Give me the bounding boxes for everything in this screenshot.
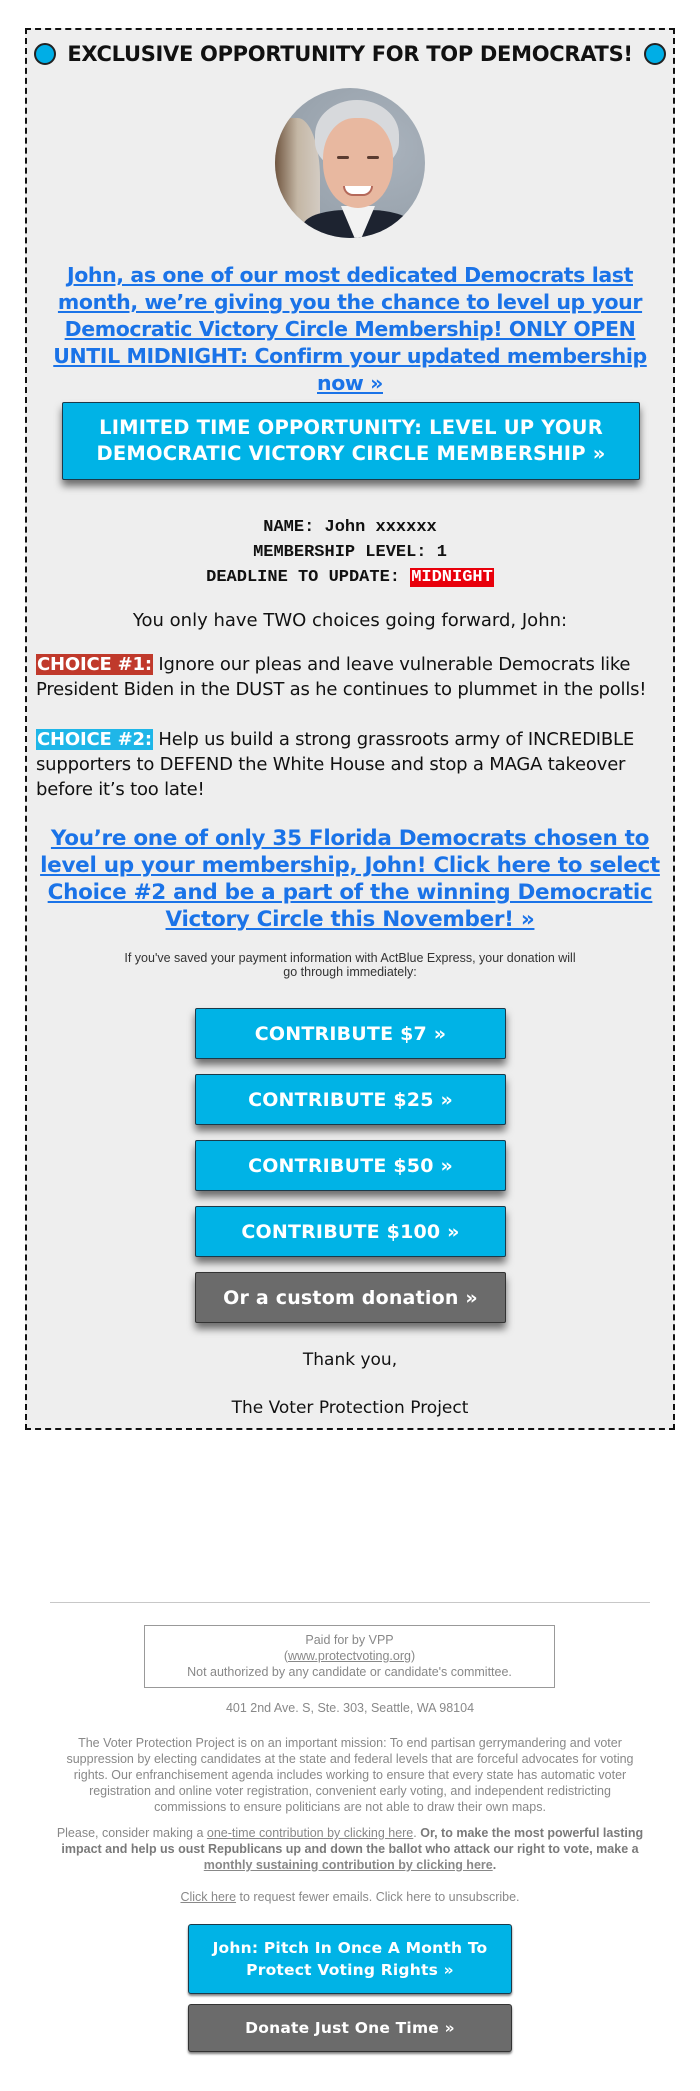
contribute-7-button[interactable]: CONTRIBUTE $7 » bbox=[195, 1008, 506, 1059]
level-row: MEMBERSHIP LEVEL: 1 bbox=[253, 543, 447, 562]
biden-portrait bbox=[275, 88, 425, 238]
email-card: EXCLUSIVE OPPORTUNITY FOR TOP DEMOCRATS!… bbox=[25, 28, 675, 1430]
contribution-appeal: Please, consider making a one-time contr… bbox=[56, 1826, 644, 1872]
contribute-50-button[interactable]: CONTRIBUTE $50 » bbox=[195, 1140, 506, 1191]
monthly-contribution-link[interactable]: monthly sustaining contribution by click… bbox=[204, 1858, 493, 1872]
select-choice-2-link[interactable]: You’re one of only 35 Florida Democrats … bbox=[35, 825, 665, 933]
confirm-membership-link[interactable]: John, as one of our most dedicated Democ… bbox=[35, 262, 665, 397]
blue-circle-icon bbox=[643, 43, 666, 65]
custom-donation-button[interactable]: Or a custom donation » bbox=[195, 1272, 506, 1323]
deadline-badge: MIDNIGHT bbox=[410, 568, 494, 587]
blue-circle-icon bbox=[34, 43, 57, 65]
name-value: John xxxxxx bbox=[324, 518, 437, 537]
monthly-donation-button[interactable]: John: Pitch In Once A Month To Protect V… bbox=[188, 1924, 512, 1994]
email-preferences: Click here to request fewer emails. Clic… bbox=[180, 1890, 520, 1904]
contribute-25-button[interactable]: CONTRIBUTE $25 » bbox=[195, 1074, 506, 1125]
choice-1: CHOICE #1: Ignore our pleas and leave vu… bbox=[36, 652, 665, 702]
paid-for-box: Paid for by VPP (www.protectvoting.org) … bbox=[144, 1625, 555, 1688]
choices-intro: You only have TWO choices going forward,… bbox=[132, 610, 568, 631]
website-link[interactable]: www.protectvoting.org bbox=[288, 1649, 411, 1663]
footer-divider bbox=[50, 1602, 650, 1603]
one-time-donation-button[interactable]: Donate Just One Time » bbox=[188, 2004, 512, 2052]
mission-text: The Voter Protection Project is on an im… bbox=[66, 1736, 634, 1814]
headline: EXCLUSIVE OPPORTUNITY FOR TOP DEMOCRATS! bbox=[27, 42, 673, 66]
actblue-note: If you've saved your payment information… bbox=[124, 951, 576, 979]
level-value: 1 bbox=[436, 543, 447, 562]
name-row: NAME: John xxxxxx bbox=[263, 518, 437, 537]
headline-text: EXCLUSIVE OPPORTUNITY FOR TOP DEMOCRATS! bbox=[67, 42, 633, 66]
choice-2: CHOICE #2: Help us build a strong grassr… bbox=[36, 727, 665, 802]
choice-2-tag: CHOICE #2: bbox=[36, 729, 153, 750]
contribute-100-button[interactable]: CONTRIBUTE $100 » bbox=[195, 1206, 506, 1257]
signature: The Voter Protection Project bbox=[231, 1398, 469, 1418]
fewer-emails-link[interactable]: Click here bbox=[180, 1890, 236, 1904]
thanks-text: Thank you, bbox=[302, 1350, 398, 1370]
membership-details: NAME: John xxxxxx MEMBERSHIP LEVEL: 1 DE… bbox=[27, 515, 673, 590]
level-up-membership-button[interactable]: LIMITED TIME OPPORTUNITY: LEVEL UP YOUR … bbox=[62, 402, 640, 480]
address: 401 2nd Ave. S, Ste. 303, Seattle, WA 98… bbox=[225, 1701, 475, 1715]
choice-1-tag: CHOICE #1: bbox=[36, 654, 153, 675]
one-time-contribution-link[interactable]: one-time contribution by clicking here bbox=[207, 1826, 413, 1840]
deadline-row: DEADLINE TO UPDATE: MIDNIGHT bbox=[206, 568, 494, 587]
